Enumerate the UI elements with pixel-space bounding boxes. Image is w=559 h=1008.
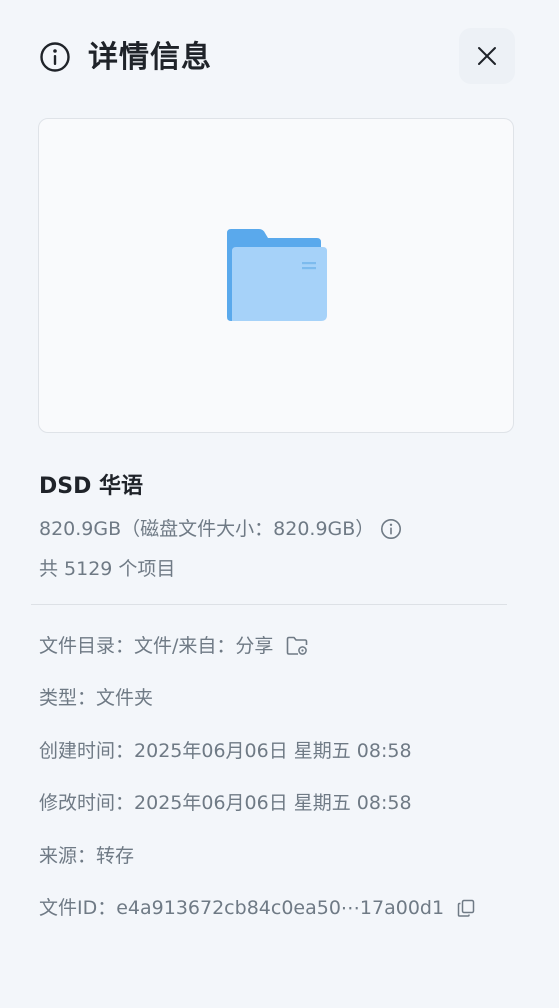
file-id-value: e4a913672cb84c0ea50⋯17a00d1: [116, 897, 445, 919]
item-size: 820.9GB（磁盘文件大小：820.9GB）: [39, 514, 402, 544]
detail-directory: 文件目录： 文件/来自：分享: [39, 631, 309, 661]
size-info-icon[interactable]: [380, 518, 402, 540]
item-size-text: 820.9GB（磁盘文件大小：820.9GB）: [39, 518, 375, 540]
item-name: DSD 华语: [39, 474, 144, 499]
modified-label: 修改时间：: [39, 792, 135, 814]
close-button[interactable]: [459, 28, 515, 84]
type-value: 文件夹: [96, 687, 154, 709]
detail-file-id: 文件ID： e4a913672cb84c0ea50⋯17a00d1: [39, 893, 476, 923]
divider: [31, 604, 507, 605]
detail-modified: 修改时间： 2025年06月06日 星期五 08:58: [39, 788, 412, 818]
details-panel-header: 详情信息: [0, 0, 559, 118]
directory-value[interactable]: 文件/来自：分享: [134, 631, 273, 661]
item-count: 共 5129 个项目: [39, 558, 176, 580]
modified-value: 2025年06月06日 星期五 08:58: [134, 792, 412, 814]
source-label: 来源：: [39, 845, 97, 867]
copy-icon[interactable]: [456, 898, 476, 918]
detail-source: 来源： 转存: [39, 841, 134, 871]
file-preview: [38, 118, 514, 433]
info-circle-icon: [40, 42, 70, 72]
created-value: 2025年06月06日 星期五 08:58: [134, 740, 412, 762]
directory-label: 文件目录：: [39, 635, 135, 657]
source-value: 转存: [96, 845, 135, 867]
folder-share-icon[interactable]: [285, 634, 309, 658]
type-label: 类型：: [39, 687, 97, 709]
created-label: 创建时间：: [39, 740, 135, 762]
detail-type: 类型： 文件夹: [39, 683, 153, 713]
panel-title: 详情信息: [88, 40, 212, 75]
close-icon: [478, 47, 496, 65]
detail-created: 创建时间： 2025年06月06日 星期五 08:58: [39, 736, 412, 766]
folder-icon: [227, 229, 327, 321]
file-id-label: 文件ID：: [39, 897, 117, 919]
